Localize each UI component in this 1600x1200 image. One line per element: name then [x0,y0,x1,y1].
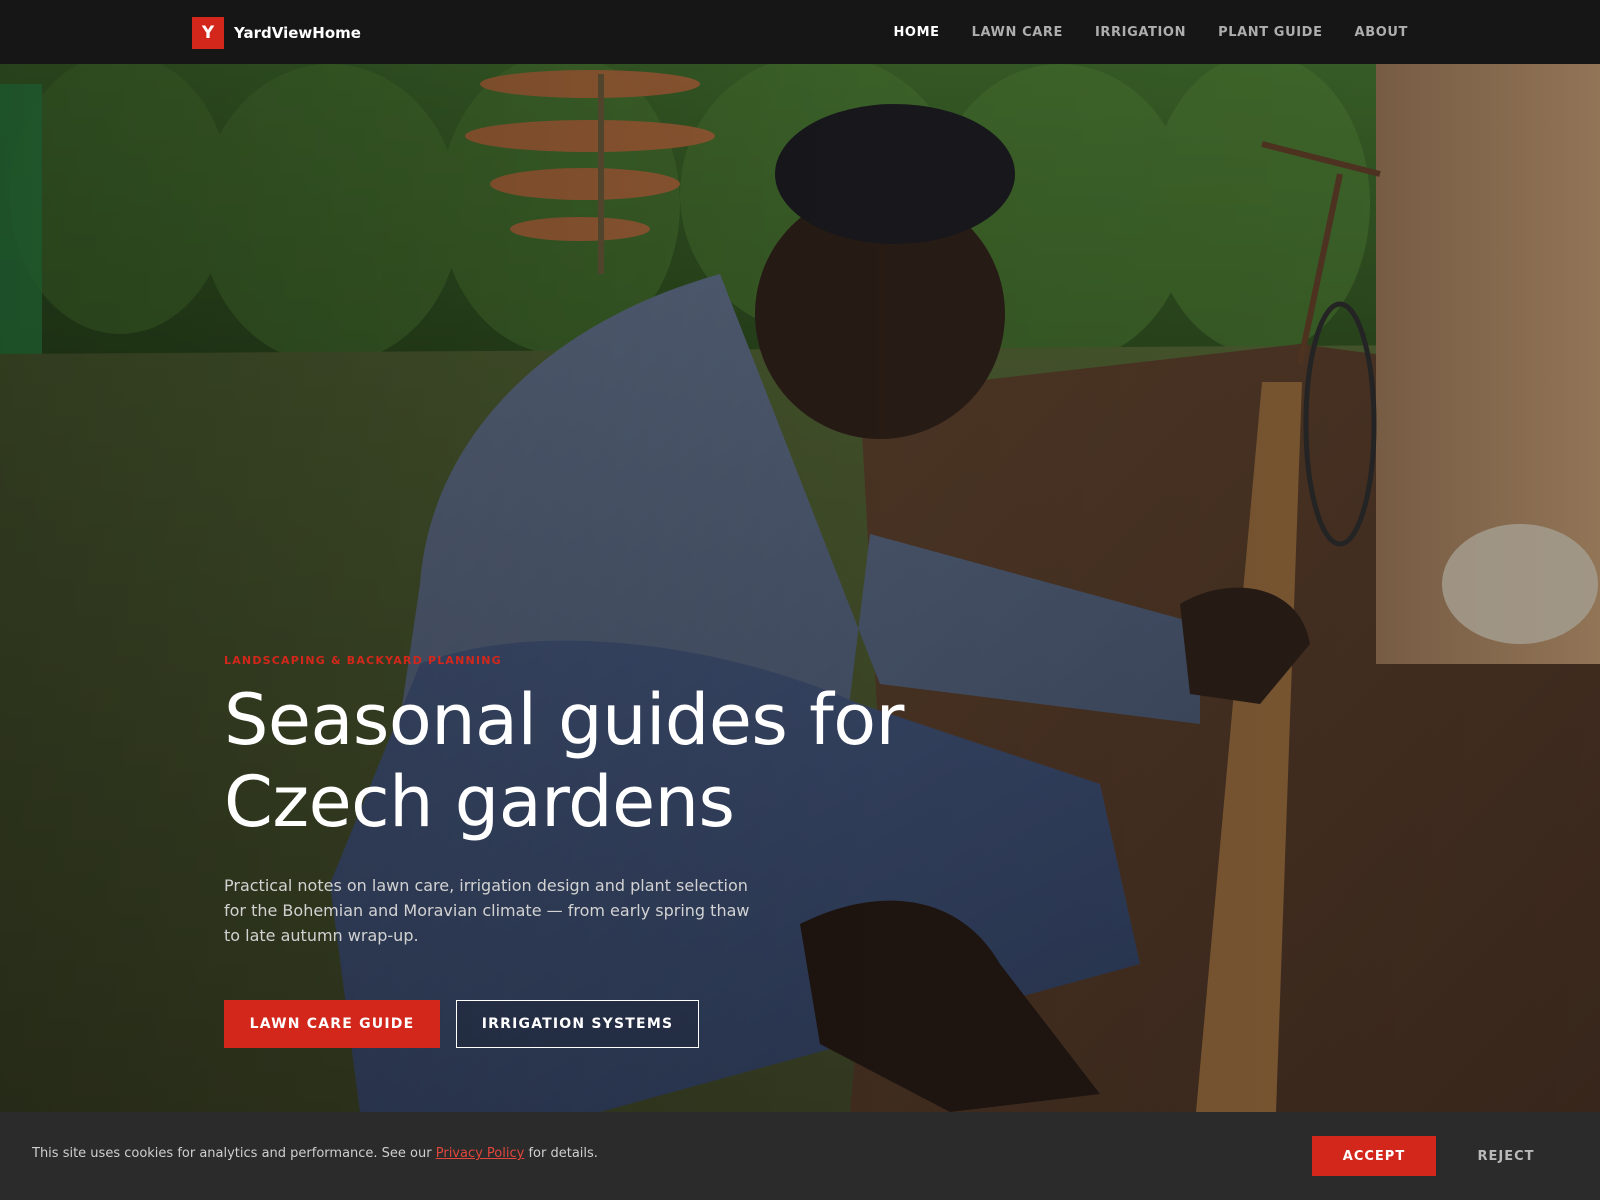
hero-headline-line-2: Czech gardens [224,761,735,843]
logo-mark-icon: Y [192,17,224,49]
nav-item-lawn-care[interactable]: LAWN CARE [972,25,1063,40]
nav-item-plant-guide[interactable]: PLANT GUIDE [1218,25,1322,40]
privacy-policy-link[interactable]: Privacy Policy [436,1146,525,1161]
hero-text-block: LANDSCAPING & BACKYARD PLANNING Seasonal… [224,654,1044,948]
site-name: YardViewHome [234,24,361,42]
hero-section: LANDSCAPING & BACKYARD PLANNING Seasonal… [0,64,1600,1112]
nav-item-about[interactable]: ABOUT [1355,25,1408,40]
site-logo[interactable]: Y YardViewHome [192,17,361,49]
cookie-text-before: This site uses cookies for analytics and… [32,1146,436,1161]
cookie-message: This site uses cookies for analytics and… [32,1146,598,1161]
reject-cookies-button[interactable]: REJECT [1456,1136,1556,1176]
hero-cta-row: LAWN CARE GUIDE IRRIGATION SYSTEMS [224,1000,699,1048]
hero-eyebrow: LANDSCAPING & BACKYARD PLANNING [224,654,502,667]
main-nav: HOME LAWN CARE IRRIGATION PLANT GUIDE AB… [861,0,1408,64]
nav-item-irrigation[interactable]: IRRIGATION [1095,25,1186,40]
cookie-text-after: for details. [524,1146,598,1161]
hero-headline: Seasonal guides for Czech gardens [224,679,1044,843]
cookie-consent-banner: This site uses cookies for analytics and… [0,1112,1600,1200]
hero-dark-overlay [0,64,1600,1112]
lawn-care-guide-button[interactable]: LAWN CARE GUIDE [224,1000,440,1048]
accept-cookies-button[interactable]: ACCEPT [1312,1136,1436,1176]
irrigation-systems-button[interactable]: IRRIGATION SYSTEMS [456,1000,699,1048]
hero-headline-line-1: Seasonal guides for [224,679,904,761]
top-navigation-bar: Y YardViewHome HOME LAWN CARE IRRIGATION… [0,0,1600,64]
nav-item-home[interactable]: HOME [893,25,939,40]
hero-description: Practical notes on lawn care, irrigation… [224,876,750,945]
